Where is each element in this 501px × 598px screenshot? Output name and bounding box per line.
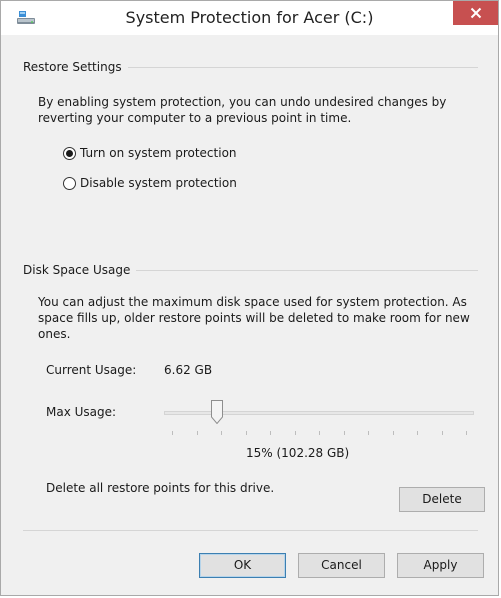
description-line: You can adjust the maximum disk space us… bbox=[38, 295, 467, 309]
slider-tick bbox=[197, 431, 198, 435]
radio-label: Disable system protection bbox=[80, 176, 237, 190]
delete-button[interactable]: Delete bbox=[399, 487, 485, 512]
group-separator bbox=[127, 66, 478, 68]
slider-tick bbox=[221, 431, 222, 435]
slider-tick bbox=[442, 431, 443, 435]
slider-tick bbox=[295, 431, 296, 435]
slider-tick bbox=[344, 431, 345, 435]
restore-settings-description: By enabling system protection, you can u… bbox=[38, 94, 478, 126]
radio-button[interactable] bbox=[63, 176, 76, 190]
description-line: reverting your computer to a previous po… bbox=[38, 111, 352, 125]
window-title: System Protection for Acer (C:) bbox=[125, 8, 374, 27]
title-bar: System Protection for Acer (C:) bbox=[1, 1, 498, 35]
slider-tick bbox=[393, 431, 394, 435]
apply-button[interactable]: Apply bbox=[397, 553, 484, 578]
disk-space-header: Disk Space Usage bbox=[23, 263, 478, 277]
max-usage-slider[interactable] bbox=[164, 400, 474, 440]
delete-restore-points-text: Delete all restore points for this drive… bbox=[46, 481, 275, 495]
ok-button[interactable]: OK bbox=[199, 553, 286, 578]
current-usage-label: Current Usage: bbox=[46, 363, 137, 377]
max-usage-label: Max Usage: bbox=[46, 405, 117, 419]
slider-tick bbox=[368, 431, 369, 435]
close-icon bbox=[470, 7, 482, 22]
slider-tick bbox=[466, 431, 467, 435]
close-button[interactable] bbox=[453, 1, 498, 25]
current-usage-value: 6.62 GB bbox=[164, 363, 213, 377]
disk-space-description: You can adjust the maximum disk space us… bbox=[38, 294, 478, 342]
radio-label: Turn on system protection bbox=[80, 146, 237, 160]
description-line: By enabling system protection, you can u… bbox=[38, 95, 447, 109]
restore-settings-header: Restore Settings bbox=[23, 60, 478, 74]
system-protection-dialog: System Protection for Acer (C:) Restore … bbox=[0, 0, 499, 596]
slider-tick bbox=[246, 431, 247, 435]
radio-button[interactable] bbox=[63, 146, 76, 160]
restore-settings-title: Restore Settings bbox=[23, 60, 122, 74]
slider-tick bbox=[172, 431, 173, 435]
max-usage-readout: 15% (102.28 GB) bbox=[246, 446, 350, 460]
slider-tick bbox=[319, 431, 320, 435]
group-separator bbox=[136, 269, 478, 271]
disk-space-title: Disk Space Usage bbox=[23, 263, 131, 277]
radio-disable-protection[interactable]: Disable system protection bbox=[63, 176, 237, 190]
slider-thumb[interactable] bbox=[210, 400, 223, 425]
cancel-button[interactable]: Cancel bbox=[298, 553, 385, 578]
slider-tick bbox=[270, 431, 271, 435]
dialog-body: Restore Settings By enabling system prot… bbox=[9, 35, 490, 588]
footer-separator bbox=[23, 530, 478, 531]
radio-turn-on-protection[interactable]: Turn on system protection bbox=[63, 146, 237, 160]
description-line: space fills up, older restore points wil… bbox=[38, 311, 470, 325]
slider-tick bbox=[417, 431, 418, 435]
description-line: ones. bbox=[38, 327, 71, 341]
